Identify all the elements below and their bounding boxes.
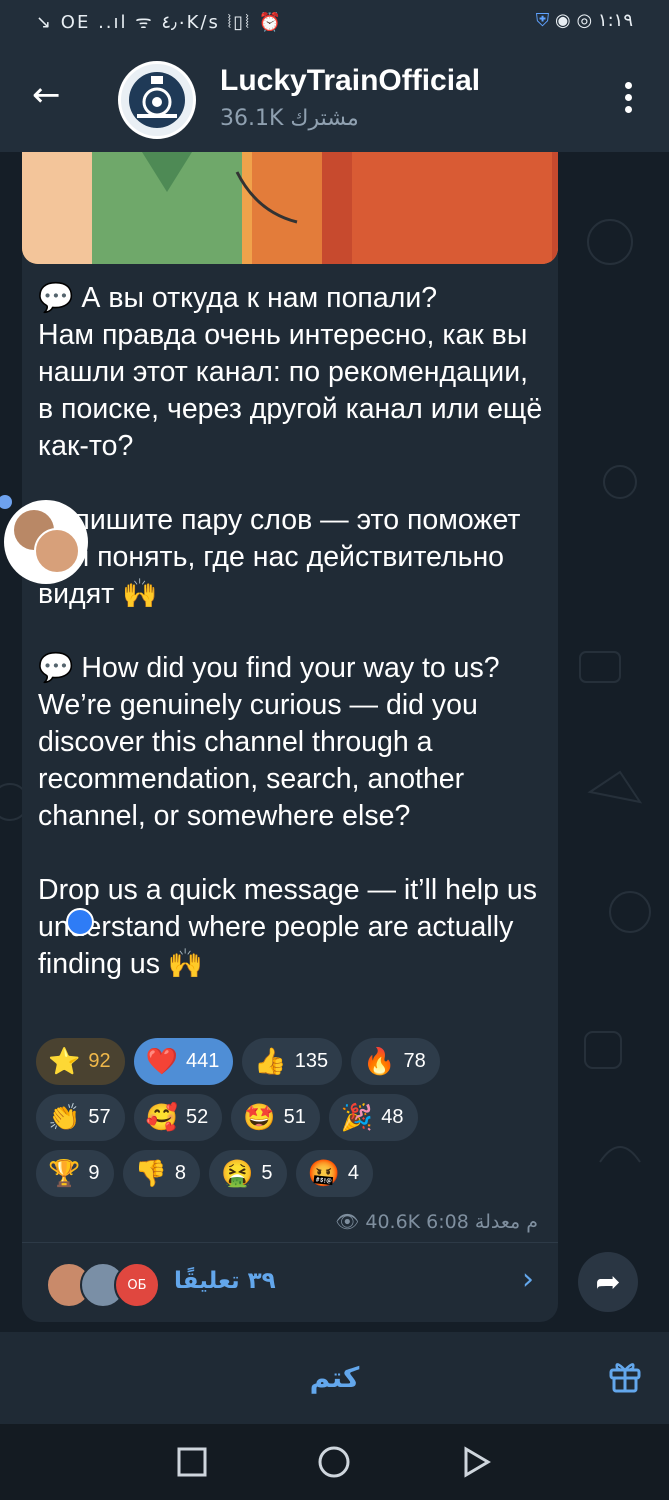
channel-title[interactable]: LuckyTrainOfficial — [220, 64, 480, 98]
reactions-row: 🏆 9 👎 8 🤮 5 🤬 4 — [36, 1150, 556, 1197]
home-circle-icon[interactable] — [318, 1446, 350, 1478]
reaction-chip[interactable]: 🤩 51 — [231, 1094, 320, 1141]
reactions-bar: ⭐ 92 ❤️ 441 👍 135 🔥 78 👏 57 🥰 52 🤩 51 🎉 48 🏆 9 👎 8 🤮 5 🤬 4 — [36, 1038, 556, 1206]
reaction-emoji-icon: ⭐ — [48, 1046, 81, 1076]
back-triangle-icon[interactable] — [460, 1446, 492, 1478]
reaction-emoji-icon: 🤩 — [243, 1102, 276, 1132]
reaction-emoji-icon: 🔥 — [363, 1046, 396, 1076]
reaction-emoji-icon: 🥰 — [145, 1102, 178, 1132]
reaction-count: 5 — [261, 1162, 273, 1184]
reaction-count: 135 — [294, 1050, 329, 1072]
commenter-avatar: ОБ — [114, 1262, 160, 1308]
reaction-chip[interactable]: 🤮 5 — [209, 1150, 287, 1197]
reaction-chip[interactable]: ⭐ 92 — [36, 1038, 125, 1085]
reaction-count: 57 — [88, 1106, 111, 1128]
system-nav-bar — [0, 1424, 669, 1500]
reaction-emoji-icon: 👍 — [254, 1046, 287, 1076]
status-left-icons: ↘︎ OE ..ıl ᯤ ٤٫٠K/s ⦚▯⦚ ⏰ — [36, 12, 284, 33]
status-bar: ↘︎ OE ..ıl ᯤ ٤٫٠K/s ⦚▯⦚ ⏰ ⛨ ◉ ◎ ١:١٩ — [0, 0, 669, 46]
divider — [22, 1242, 558, 1243]
reaction-count: 441 — [186, 1050, 220, 1072]
reaction-emoji-icon: 🤬 — [307, 1158, 340, 1188]
reaction-chip[interactable]: 🔥 78 — [351, 1038, 440, 1085]
eye-icon: ◎ — [576, 10, 593, 31]
vpn-shield-icon: ⛨ — [535, 10, 550, 31]
reaction-count: 92 — [88, 1050, 111, 1072]
reaction-count: 8 — [174, 1162, 186, 1184]
reaction-emoji-icon: 🎉 — [340, 1102, 374, 1132]
channel-avatar[interactable] — [118, 61, 196, 139]
comments-link[interactable]: ОБ ٣٩ تعليقًا › — [22, 1244, 558, 1320]
channel-post[interactable]: 💬 А вы откуда к нам попали? Нам правда о… — [22, 152, 558, 1322]
reaction-emoji-icon: 🤮 — [221, 1158, 254, 1188]
recents-square-icon[interactable] — [176, 1446, 208, 1478]
reaction-emoji-icon: 👏 — [48, 1102, 81, 1132]
mute-button[interactable]: كتم — [0, 1332, 669, 1424]
messenger-icon: ◉ — [555, 10, 571, 31]
gift-icon[interactable] — [607, 1358, 643, 1394]
reaction-chip[interactable]: 🎉 48 — [328, 1094, 418, 1141]
post-image[interactable] — [22, 152, 558, 264]
reactions-row: 👏 57 🥰 52 🤩 51 🎉 48 — [36, 1094, 556, 1141]
floating-chat-head[interactable] — [4, 500, 94, 936]
reactions-row: ⭐ 92 ❤️ 441 👍 135 🔥 78 — [36, 1038, 556, 1085]
bottom-bar: كتم — [0, 1332, 669, 1424]
channel-header: ← LuckyTrainOfficial 36.1K مشترك — [0, 46, 669, 152]
post-text: 💬 А вы откуда к нам попали? Нам правда о… — [38, 282, 543, 980]
reaction-count: 9 — [88, 1162, 100, 1184]
subscriber-count: 36.1K مشترك — [220, 106, 359, 131]
reaction-chip[interactable]: 👍 135 — [242, 1038, 343, 1085]
reaction-count: 4 — [347, 1162, 359, 1184]
arrow-left-icon[interactable]: ← — [32, 78, 61, 112]
reaction-count: 78 — [403, 1050, 426, 1072]
chat-area[interactable]: 💬 А вы откуда к нам попали? Нам правда о… — [0, 152, 669, 1332]
post-meta: 👁 40.6K 6:08 م معدلة — [335, 1210, 538, 1233]
cartoon-illustration — [22, 152, 558, 264]
clock-text: ١:١٩ — [597, 10, 633, 31]
reaction-chip[interactable]: 🥰 52 — [133, 1094, 223, 1141]
share-forward-icon[interactable]: ➦ — [578, 1252, 638, 1312]
messenger-badge-icon — [66, 908, 94, 936]
chevron-right-icon[interactable]: › — [522, 1262, 534, 1297]
reaction-chip[interactable]: 🏆 9 — [36, 1150, 114, 1197]
reaction-chip[interactable]: ❤️ 441 — [133, 1038, 234, 1085]
reaction-count: 51 — [283, 1106, 306, 1128]
reaction-chip[interactable]: 🤬 4 — [295, 1150, 373, 1197]
avatar-initials: ОБ — [127, 1277, 147, 1293]
post-meta-text: 40.6K 6:08 م معدلة — [365, 1211, 538, 1233]
comments-count[interactable]: ٣٩ تعليقًا — [174, 1268, 276, 1294]
reaction-count: 52 — [186, 1106, 209, 1128]
more-vert-icon[interactable] — [625, 82, 633, 118]
status-time: ⛨ ◉ ◎ ١:١٩ — [536, 10, 633, 31]
reaction-emoji-icon: 👎 — [134, 1158, 167, 1188]
reaction-count: 48 — [381, 1106, 404, 1128]
views-eye-icon: 👁 — [335, 1211, 360, 1233]
reaction-chip[interactable]: 👎 8 — [122, 1150, 200, 1197]
chat-head-avatar — [34, 528, 80, 574]
reaction-emoji-icon: ❤️ — [145, 1046, 178, 1076]
reaction-emoji-icon: 🏆 — [48, 1158, 81, 1188]
train-logo-icon — [129, 72, 185, 128]
reaction-chip[interactable]: 👏 57 — [36, 1094, 125, 1141]
